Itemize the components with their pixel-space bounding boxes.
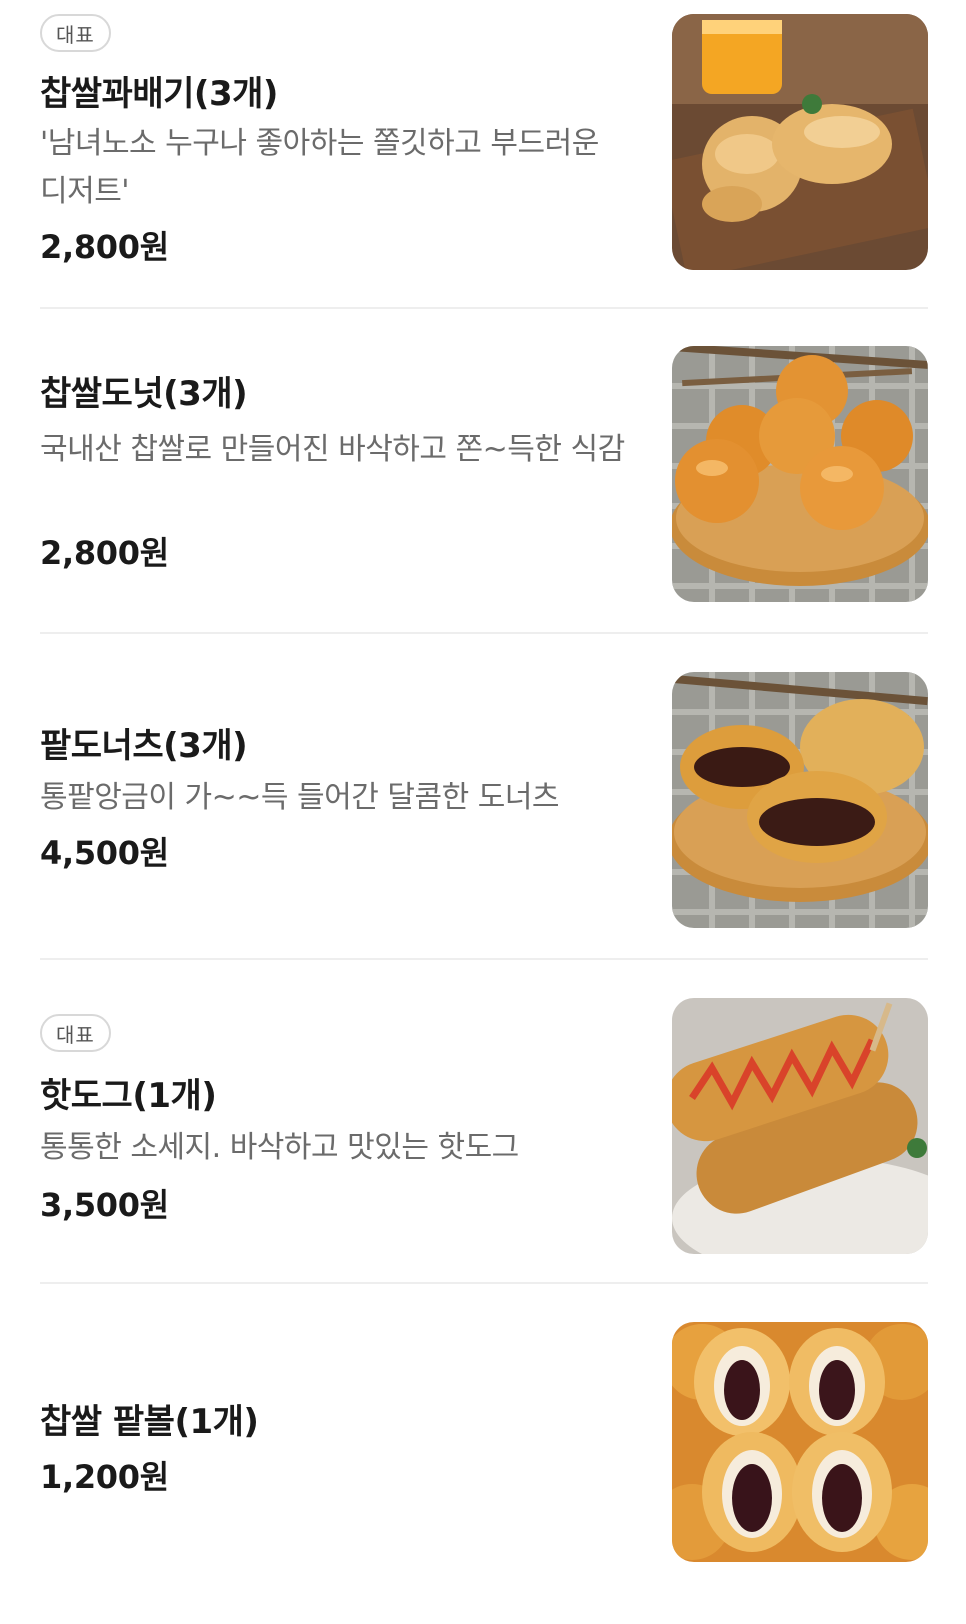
menu-item-name: 찹쌀 팥볼(1개): [40, 1402, 259, 1442]
menu-item-description: 통팥앙금이 가~~득 들어간 달콤한 도너츠: [40, 780, 560, 815]
menu-item-name: 핫도그(1개): [40, 1076, 217, 1116]
round-donut-photo-icon: [672, 346, 928, 602]
menu-item-price: 4,500원: [40, 834, 169, 872]
menu-item-image[interactable]: [672, 672, 928, 928]
menu-item[interactable]: 대표 핫도그(1개) 통통한 소세지. 바삭하고 맛있는 핫도그 3,500원: [40, 998, 928, 1254]
representative-badge: 대표: [40, 14, 111, 52]
menu-item[interactable]: 대표 찹쌀꽈배기(3개) '남녀노소 누구나 좋아하는 쫄깃하고 부드러운 디저…: [40, 14, 928, 270]
menu-item-image[interactable]: [672, 998, 928, 1254]
divider: [40, 958, 928, 960]
divider: [40, 632, 928, 634]
menu-item-price: 3,500원: [40, 1186, 169, 1224]
menu-item-description: 통통한 소세지. 바삭하고 맛있는 핫도그: [40, 1130, 519, 1165]
hotdog-photo-icon: [672, 998, 928, 1254]
twisted-donut-photo-icon: [672, 14, 928, 270]
menu-item[interactable]: 팥도너츠(3개) 통팥앙금이 가~~득 들어간 달콤한 도너츠 4,500원: [40, 672, 928, 928]
red-bean-ball-photo-icon: [672, 1322, 928, 1562]
menu-item-description: 국내산 찹쌀로 만들어진 바삭하고 쫀~득한 식감: [40, 432, 625, 467]
menu-item-image[interactable]: [672, 1322, 928, 1562]
divider: [40, 307, 928, 309]
menu-item-image[interactable]: [672, 346, 928, 602]
menu-item[interactable]: 찹쌀도넛(3개) 국내산 찹쌀로 만들어진 바삭하고 쫀~득한 식감 2,800…: [40, 346, 928, 602]
menu-item-name: 찹쌀도넛(3개): [40, 374, 248, 414]
menu-item-price: 1,200원: [40, 1458, 169, 1496]
menu-item-name: 팥도너츠(3개): [40, 726, 248, 766]
divider: [40, 1282, 928, 1284]
menu-item-description: '남녀노소 누구나 좋아하는 쫄깃하고 부드러운 디저트': [40, 126, 599, 209]
representative-badge: 대표: [40, 1014, 111, 1052]
menu-item[interactable]: 찹쌀 팥볼(1개) 1,200원: [40, 1322, 928, 1562]
red-bean-donut-photo-icon: [672, 672, 928, 928]
menu-item-name: 찹쌀꽈배기(3개): [40, 74, 278, 114]
menu-item-image[interactable]: [672, 14, 928, 270]
menu-item-price: 2,800원: [40, 228, 169, 266]
menu-item-price: 2,800원: [40, 534, 169, 572]
